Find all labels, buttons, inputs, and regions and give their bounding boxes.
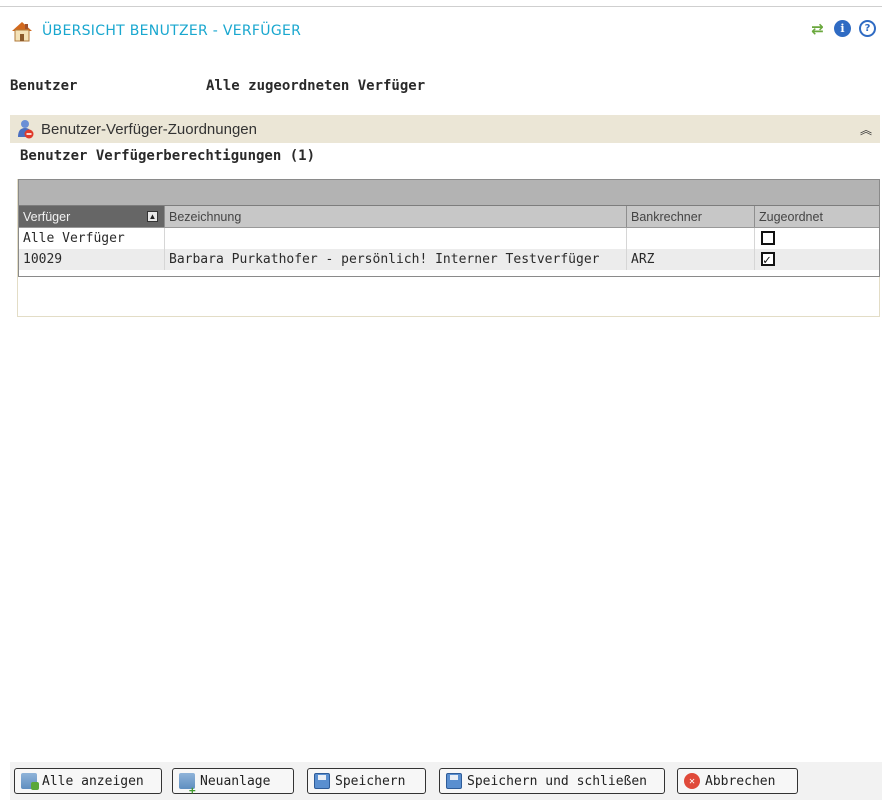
header-actions: ⇄ i ? [809,20,876,38]
grid-container: Verfüger ▲ Bezeichnung Bankrechner Zugeo… [17,179,880,317]
save-icon [446,773,462,789]
cell-bezeichnung [165,228,627,249]
column-header-zugeordnet[interactable]: Zugeordnet [755,206,879,227]
zugeordnet-checkbox[interactable] [761,250,775,271]
show-all-button[interactable]: Alle anzeigen [14,768,162,794]
list-icon [21,773,39,790]
cell-zugeordnet [755,249,879,271]
refresh-icon[interactable]: ⇄ [809,20,826,38]
column-header-bezeichnung[interactable]: Bezeichnung [165,206,627,227]
help-icon[interactable]: ? [859,20,876,37]
save-icon [314,773,330,789]
grid-toolbar [19,180,879,206]
table-row[interactable]: Alle Verfüger [19,228,879,249]
column-header-verfueger[interactable]: Verfüger ▲ [19,206,165,227]
cell-bankrechner [627,228,755,249]
cell-bezeichnung: Barbara Purkathofer - persönlich! Intern… [165,249,627,270]
add-icon [179,773,198,793]
cell-verfueger: 10029 [19,249,165,270]
collapse-icon[interactable]: ︽ [860,121,872,138]
save-button[interactable]: Speichern [307,768,426,794]
panel-header[interactable]: Benutzer-Verfüger-Zuordnungen ︽ [10,115,880,143]
filter-labels: Benutzer Alle zugeordneten Verfüger [10,78,880,98]
grid-header: Verfüger ▲ Bezeichnung Bankrechner Zugeo… [19,206,879,228]
new-button[interactable]: Neuanlage [172,768,294,794]
cancel-icon: ✕ [684,773,700,789]
button-bar: Alle anzeigen Neuanlage Speichern Speich… [10,762,882,800]
save-and-close-button[interactable]: Speichern und schließen [439,768,665,794]
page-header: ÜBERSICHT BENUTZER - VERFÜGER ⇄ i ? [10,18,880,44]
panel-title: Benutzer-Verfüger-Zuordnungen [41,120,257,138]
top-border [0,0,882,7]
column-header-bankrechner[interactable]: Bankrechner [627,206,755,227]
table-row[interactable]: 10029 Barbara Purkathofer - persönlich! … [19,249,879,271]
cell-bankrechner: ARZ [627,249,755,270]
house-icon [10,19,34,43]
page-title: ÜBERSICHT BENUTZER - VERFÜGER [42,23,302,39]
verfueger-scope-label: Alle zugeordneten Verfüger [206,78,426,94]
cell-zugeordnet [755,228,879,249]
user-remove-icon [17,119,35,139]
sort-asc-icon[interactable]: ▲ [147,211,158,222]
info-icon[interactable]: i [834,20,851,37]
cancel-button[interactable]: ✕ Abbrechen [677,768,798,794]
data-grid: Verfüger ▲ Bezeichnung Bankrechner Zugeo… [18,179,880,277]
benutzer-label: Benutzer [10,78,78,94]
cell-verfueger: Alle Verfüger [19,228,165,249]
zugeordnet-checkbox[interactable] [761,231,775,245]
grid-title: Benutzer Verfügerberechtigungen (1) [20,148,316,164]
